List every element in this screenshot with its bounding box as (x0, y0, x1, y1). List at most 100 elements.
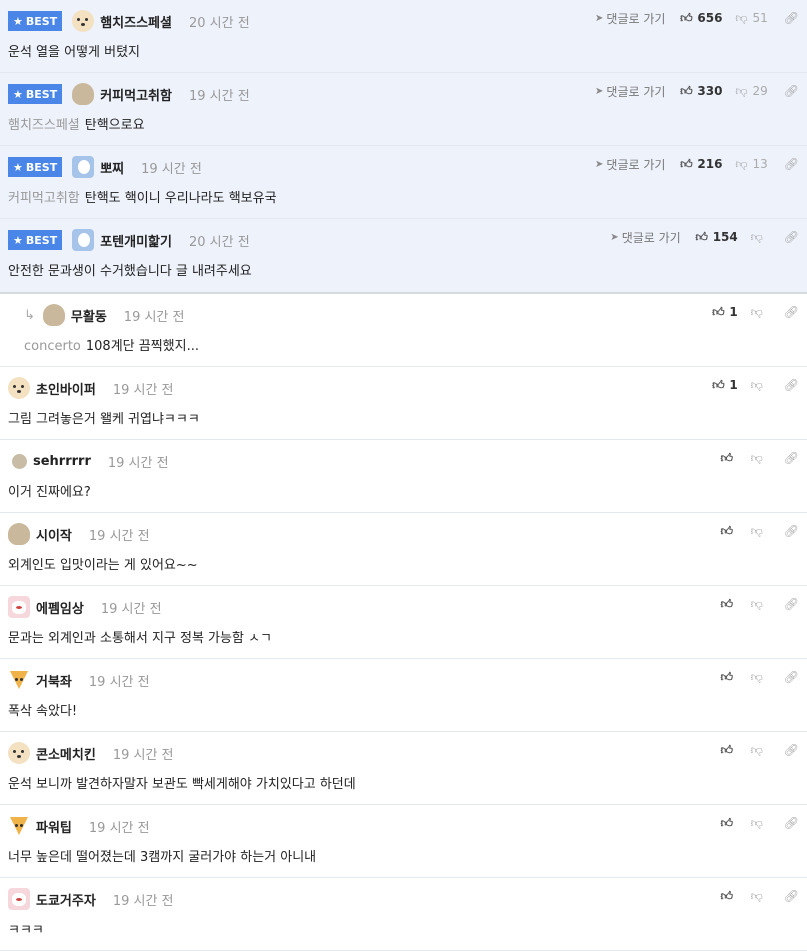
downvote-button[interactable]: 👎︎ (750, 305, 768, 320)
pet-icon[interactable] (8, 888, 30, 910)
upvote-count: 1 (729, 305, 738, 319)
nickname[interactable]: 초인바이퍼 (36, 379, 96, 398)
downvote-button[interactable]: 👎︎ 51 (734, 11, 767, 26)
nickname[interactable]: 뽀찌 (100, 158, 124, 177)
link-icon[interactable]: 🔗︎ (784, 816, 799, 830)
dot-icon[interactable] (12, 453, 27, 469)
upvote-button[interactable]: 👍︎ 1 (711, 305, 738, 320)
link-icon[interactable]: 🔗︎ (784, 378, 799, 392)
nickname[interactable]: 커피먹고취함 (100, 85, 172, 104)
thumbs-up-icon: 👍︎ (720, 888, 734, 903)
comment-text: 그림 그려놓은거 왤케 귀엽냐ㅋㅋㅋ (8, 412, 200, 427)
link-icon[interactable]: 🔗︎ (784, 157, 799, 171)
comment-header: ★ BEST 뽀찌 19 시간 전 (8, 156, 202, 178)
upvote-button[interactable]: 👍︎ 656 (679, 11, 722, 26)
link-icon[interactable]: 🔗︎ (784, 451, 799, 465)
link-icon[interactable]: 🔗︎ (784, 597, 799, 611)
nickname[interactable]: sehrrrrr (33, 454, 91, 469)
upvote-button[interactable]: 👍︎ (720, 670, 738, 685)
dog-icon[interactable] (8, 377, 30, 399)
downvote-button[interactable]: 👎︎ (750, 670, 768, 685)
comment-actions: ➤ 댓글로 가기 👍︎ 656 👎︎ 51 🔗︎ (595, 10, 799, 26)
comment-content: concerto 108계단 끔찍했지... (24, 335, 199, 354)
mention[interactable]: 커피먹고취함 (8, 191, 80, 206)
nickname[interactable]: 파워팁 (36, 817, 72, 836)
comment-content: 안전한 문과생이 수거했습니다 글 내려주세요 (8, 260, 252, 279)
nickname[interactable]: 도쿄거주자 (36, 890, 96, 909)
downvote-button[interactable]: 👎︎ (750, 230, 768, 245)
comment-actions: 👍︎ 👎︎ 🔗︎ (720, 888, 799, 904)
link-icon[interactable]: 🔗︎ (784, 230, 799, 244)
link-icon[interactable]: 🔗︎ (784, 670, 799, 684)
rock-icon[interactable] (8, 523, 30, 545)
comment-list: ★ BEST 햄치즈스페셜 20 시간 전 운석 열을 어떻게 버텼지 ➤ 댓글로 가기 👍︎… (0, 0, 807, 951)
upvote-button[interactable]: 👍︎ (720, 524, 738, 539)
goto-comment-link[interactable]: ➤ 댓글로 가기 (595, 10, 665, 27)
thumbs-up-icon: 👍︎ (680, 83, 693, 98)
comment-header: ★ BEST 커피먹고취함 19 시간 전 (8, 83, 250, 105)
downvote-button[interactable]: 👎︎ (750, 378, 768, 393)
pet-icon[interactable] (8, 596, 30, 618)
upvote-button[interactable]: 👍︎ (720, 816, 738, 831)
link-icon[interactable]: 🔗︎ (784, 84, 799, 98)
thumbs-down-icon: 👎︎ (750, 377, 763, 392)
upvote-count: 154 (712, 230, 738, 244)
downvote-button[interactable]: 👎︎ (750, 451, 768, 466)
goto-comment-link[interactable]: ➤ 댓글로 가기 (595, 83, 665, 100)
upvote-button[interactable]: 👍︎ (720, 451, 738, 466)
dog-icon[interactable] (72, 10, 95, 32)
upvote-button[interactable]: 👍︎ 154 (695, 230, 738, 245)
nickname[interactable]: 에펨임상 (36, 598, 84, 617)
upvote-count: 656 (697, 11, 723, 25)
goto-comment-link[interactable]: ➤ 댓글로 가기 (595, 156, 665, 173)
downvote-button[interactable]: 👎︎ (750, 743, 768, 758)
comment-header: ↳ 무활동 19 시간 전 (24, 304, 184, 326)
thumbs-down-icon: 👎︎ (750, 742, 763, 757)
link-icon[interactable]: 🔗︎ (784, 11, 799, 25)
downvote-button[interactable]: 👎︎ 29 (734, 84, 767, 99)
thumbs-up-icon: 👍︎ (720, 596, 734, 611)
goto-comment-link[interactable]: ➤ 댓글로 가기 (610, 229, 680, 246)
link-icon[interactable]: 🔗︎ (784, 889, 799, 903)
nickname[interactable]: 무활동 (71, 306, 107, 325)
mention[interactable]: concerto (24, 339, 81, 354)
upvote-button[interactable]: 👍︎ 1 (711, 377, 738, 393)
timestamp: 19 시간 전 (112, 382, 174, 398)
nickname[interactable]: 시이작 (36, 525, 72, 544)
upvote-count: 1 (729, 378, 738, 392)
upvote-button[interactable]: 👍︎ (720, 743, 738, 758)
comment-header: 초인바이퍼 19 시간 전 (8, 377, 174, 399)
downvote-button[interactable]: 👎︎ (750, 597, 768, 612)
nickname[interactable]: 햄치즈스페셜 (100, 12, 172, 31)
thumbs-up-icon: 👍︎ (712, 377, 725, 392)
comment: 에펨임상 19 시간 전 문과는 외계인과 소통해서 지구 정복 가능함 ㅅㄱ 👍︎ 👎… (0, 586, 807, 659)
upvote-button[interactable]: 👍︎ 216 (679, 157, 722, 172)
comment-text: 탄핵도 핵이니 우리나라도 핵보유국 (84, 191, 277, 206)
fox-icon[interactable] (8, 669, 30, 691)
upvote-button[interactable]: 👍︎ 330 (679, 84, 722, 99)
seal-icon[interactable] (72, 156, 95, 178)
upvote-button[interactable]: 👍︎ (720, 597, 738, 612)
comment-text: 폭삭 속았다! (8, 704, 78, 719)
link-icon[interactable]: 🔗︎ (784, 743, 799, 757)
downvote-button[interactable]: 👎︎ 13 (734, 157, 767, 172)
comment: sehrrrrr 19 시간 전 이거 진짜에요? 👍︎ 👎︎ 🔗︎ (0, 440, 807, 513)
link-icon[interactable]: 🔗︎ (784, 524, 799, 538)
downvote-button[interactable]: 👎︎ (750, 524, 768, 539)
dog-icon[interactable] (8, 742, 30, 764)
upvote-button[interactable]: 👍︎ (720, 889, 738, 904)
nickname[interactable]: 거북좌 (36, 671, 72, 690)
downvote-button[interactable]: 👎︎ (750, 889, 768, 904)
downvote-button[interactable]: 👎︎ (750, 816, 768, 831)
rock-icon[interactable] (42, 304, 65, 326)
nickname[interactable]: 콘소메치킨 (36, 744, 96, 763)
fox-icon[interactable] (8, 815, 30, 837)
nickname[interactable]: 포텐개미핥기 (100, 231, 172, 250)
seal-icon[interactable] (72, 229, 95, 251)
thumbs-up-icon: 👍︎ (720, 450, 734, 465)
mention[interactable]: 햄치즈스페셜 (8, 118, 80, 133)
send-arrow-icon: ➤ (595, 158, 604, 170)
reply-arrow-icon: ↳ (24, 307, 35, 323)
link-icon[interactable]: 🔗︎ (784, 305, 799, 319)
rock-icon[interactable] (72, 83, 95, 105)
